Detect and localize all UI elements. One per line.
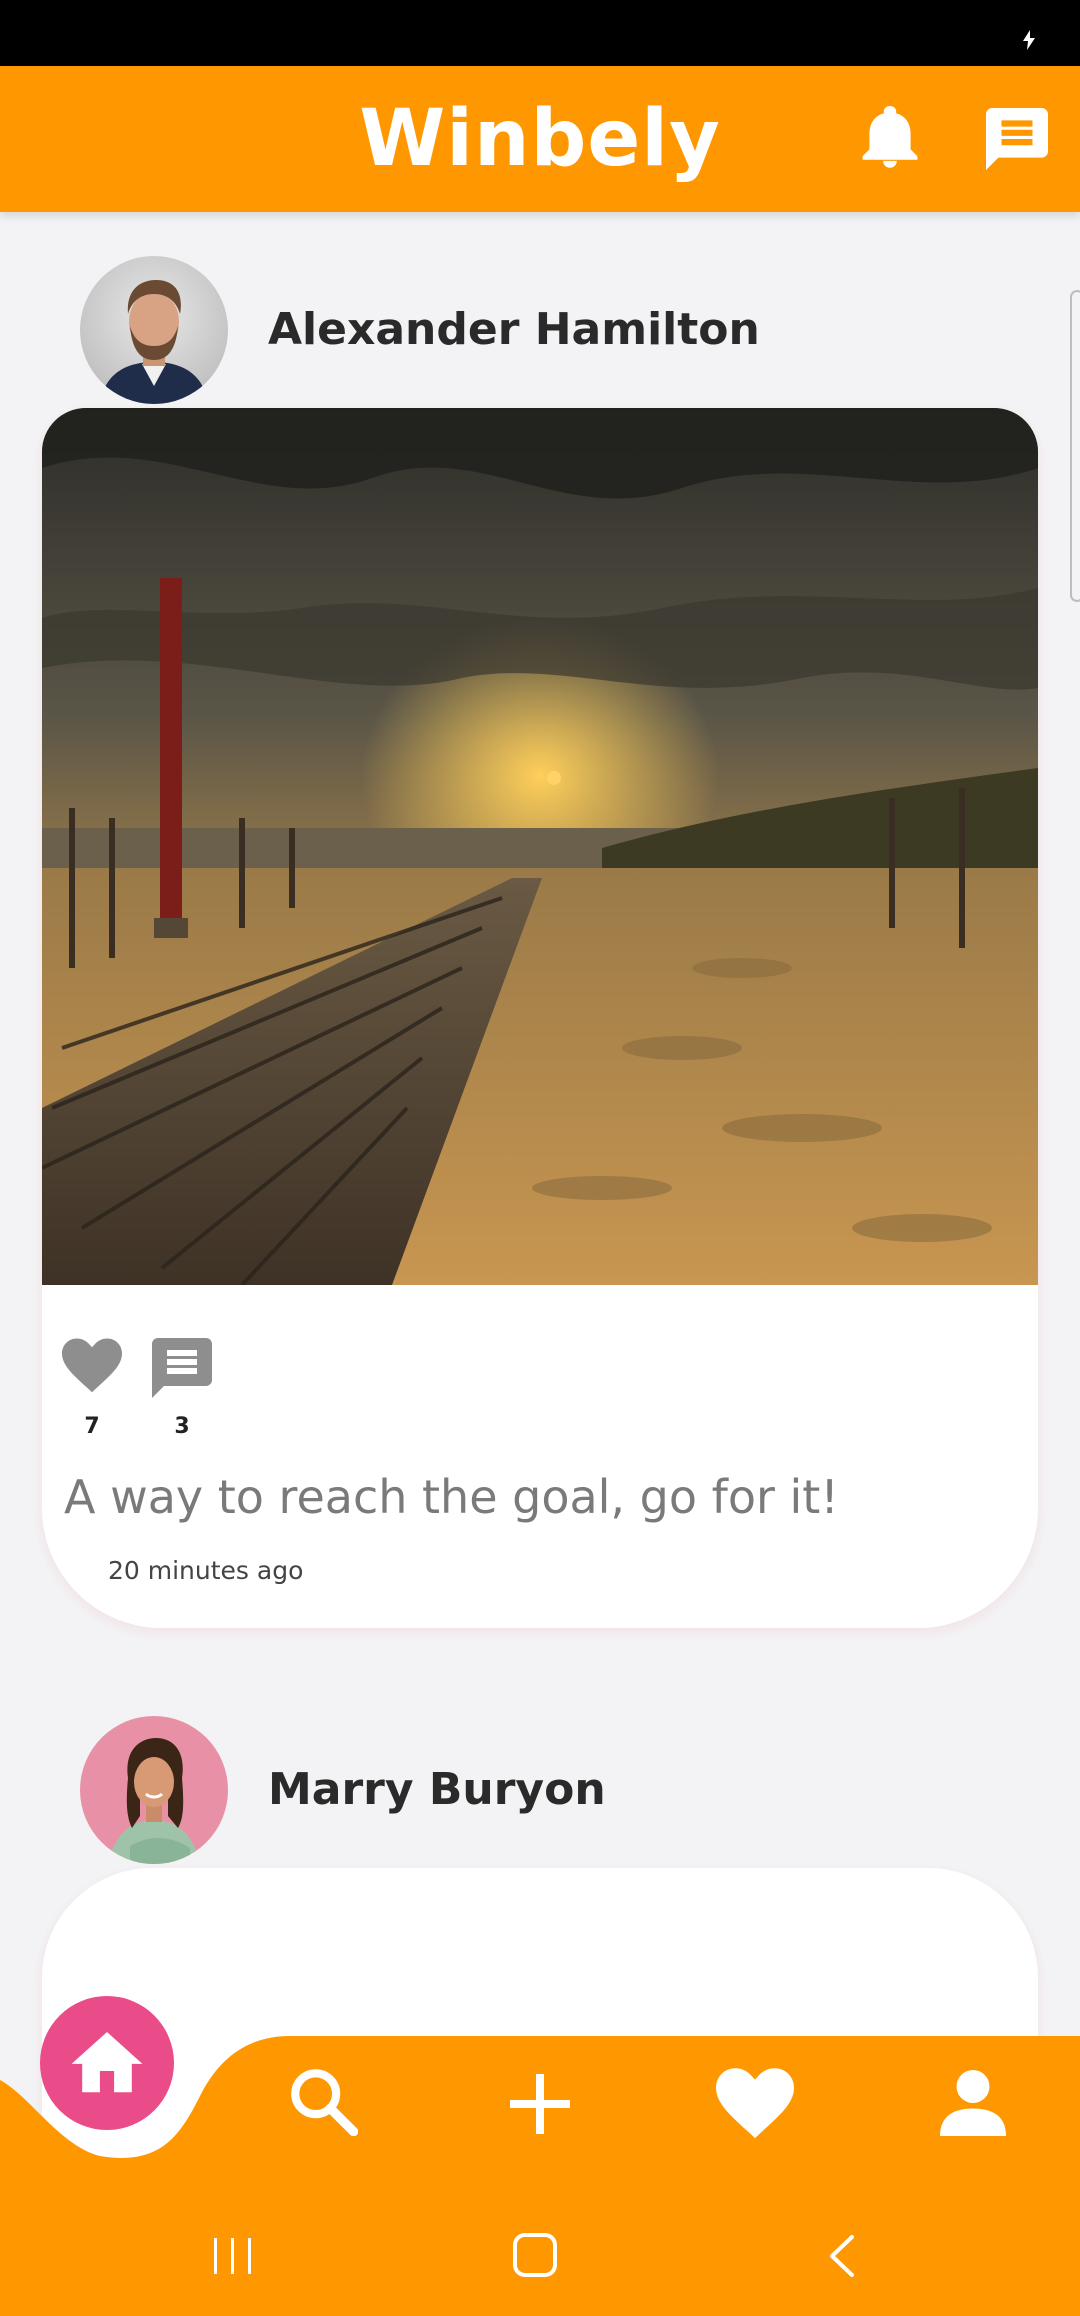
status-bar — [0, 0, 1080, 66]
profile-icon[interactable] — [940, 2070, 1006, 2136]
back-button[interactable] — [826, 2234, 856, 2278]
chat-icon[interactable] — [986, 108, 1048, 170]
heart-icon[interactable] — [62, 1338, 122, 1394]
post-caption: A way to reach the goal, go for it! — [64, 1470, 839, 1524]
avatar[interactable] — [80, 1716, 228, 1864]
charging-icon — [1023, 30, 1035, 50]
author-name[interactable]: Alexander Hamilton — [268, 304, 760, 355]
avatar[interactable] — [80, 256, 228, 404]
like-count: 7 — [84, 1414, 100, 1439]
app-header: Winbely — [0, 66, 1080, 212]
bell-icon[interactable] — [862, 106, 918, 170]
add-icon[interactable] — [510, 2074, 570, 2134]
post-card-body: 7 3 A way to reach the goal, go for it! … — [42, 408, 1038, 1628]
heart-icon[interactable] — [716, 2068, 794, 2140]
app-title: Winbely — [359, 94, 721, 184]
search-icon[interactable] — [288, 2066, 358, 2136]
author-name[interactable]: Marry Buryon — [268, 1764, 606, 1815]
post-timestamp: 20 minutes ago — [108, 1556, 304, 1585]
comment-icon[interactable] — [152, 1338, 212, 1398]
recents-button[interactable] — [212, 2236, 254, 2276]
home-icon — [71, 2032, 143, 2093]
home-button[interactable] — [512, 2232, 558, 2278]
comment-count: 3 — [174, 1414, 190, 1439]
scroll-indicator[interactable] — [1070, 290, 1080, 602]
home-button[interactable] — [40, 1996, 174, 2130]
post-image[interactable] — [42, 408, 1038, 1285]
